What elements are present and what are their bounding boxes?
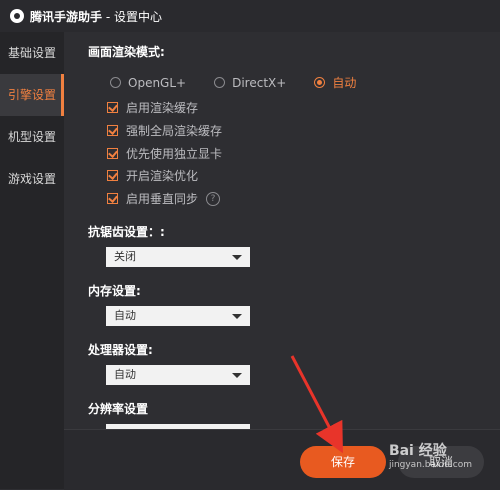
watermark-url: jingyan.baidu.com — [388, 460, 472, 470]
checkbox-label: 启用垂直同步 — [126, 192, 199, 206]
checkbox-checked-icon — [107, 102, 118, 113]
sidebar-item-game[interactable]: 游戏设置 — [0, 158, 64, 200]
radio-label-directx: DirectX+ — [232, 75, 287, 90]
checkbox-label: 启用渲染缓存 — [126, 101, 199, 115]
settings-title: 设置中心 — [113, 9, 162, 24]
sidebar-item-engine[interactable]: 引擎设置 — [0, 74, 64, 116]
checkbox-checked-icon — [107, 148, 118, 159]
title-bar: 腾讯手游助手 - 设置中心 — [0, 0, 500, 32]
antialias-label: 抗锯齿设置：: — [88, 225, 165, 239]
radio-dot-icon — [214, 77, 226, 88]
cpu-value: 自动 — [114, 368, 136, 381]
checkbox-label: 开启渲染优化 — [126, 169, 199, 183]
checkbox-render-cache[interactable]: 启用渲染缓存 — [107, 99, 198, 116]
resolution-label: 分辨率设置 — [88, 402, 149, 416]
cpu-label: 处理器设置: — [88, 343, 153, 357]
radio-directx[interactable]: DirectX+ — [214, 76, 286, 90]
checkbox-label: 优先使用独立显卡 — [126, 147, 223, 161]
checkbox-checked-icon — [107, 193, 118, 204]
checkbox-vsync[interactable]: 启用垂直同步 ? — [107, 190, 221, 207]
antialias-value: 关闭 — [114, 250, 136, 263]
save-button[interactable]: 保存 — [300, 446, 386, 478]
checkbox-render-optimize[interactable]: 开启渲染优化 — [107, 167, 198, 184]
window-title: 腾讯手游助手 - 设置中心 — [30, 8, 162, 25]
checkbox-label: 强制全局渲染缓存 — [126, 124, 223, 138]
watermark-brand: Bai 经验 — [388, 443, 447, 459]
checkbox-checked-icon — [107, 170, 118, 181]
radio-label-opengl: OpenGL+ — [128, 75, 187, 90]
checkbox-checked-icon — [107, 125, 118, 136]
memory-select[interactable]: 自动 — [106, 306, 250, 326]
sidebar-item-device[interactable]: 机型设置 — [0, 116, 64, 158]
question-icon[interactable]: ? — [206, 191, 221, 206]
baidu-watermark: Bai 经验 jingyan.baidu.com — [389, 440, 472, 470]
radio-opengl[interactable]: OpenGL+ — [110, 76, 186, 90]
app-logo-icon — [10, 9, 24, 23]
memory-label: 内存设置: — [88, 284, 141, 298]
sidebar: 基础设置 引擎设置 机型设置 游戏设置 — [0, 32, 64, 489]
antialias-select[interactable]: 关闭 — [106, 247, 250, 267]
chevron-down-icon — [232, 314, 242, 319]
memory-value: 自动 — [114, 309, 136, 322]
chevron-down-icon — [232, 373, 242, 378]
app-name: 腾讯手游助手 — [30, 9, 103, 24]
render-mode-title: 画面渲染模式: — [88, 45, 165, 59]
radio-auto[interactable]: 自动 — [314, 74, 356, 91]
checkbox-dedicated-gpu[interactable]: 优先使用独立显卡 — [107, 145, 222, 162]
chevron-down-icon — [232, 255, 242, 260]
render-mode-group: OpenGL+ DirectX+ 自动 — [110, 74, 384, 91]
checkbox-force-global-cache[interactable]: 强制全局渲染缓存 — [107, 122, 222, 139]
radio-dot-selected-icon — [314, 77, 326, 88]
cpu-select[interactable]: 自动 — [106, 365, 250, 385]
radio-label-auto: 自动 — [332, 76, 357, 90]
radio-dot-icon — [110, 77, 121, 88]
title-separator: - — [102, 9, 114, 24]
sidebar-item-basic[interactable]: 基础设置 — [0, 32, 64, 74]
